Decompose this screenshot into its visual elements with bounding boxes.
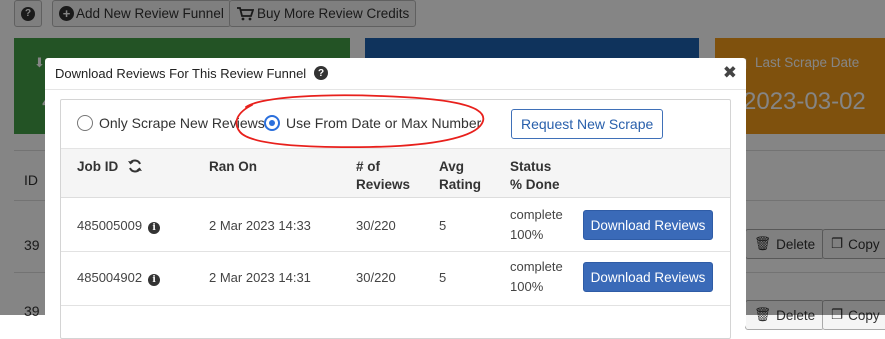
reviews-cell: 30/220: [356, 218, 396, 233]
job-id: 485005009: [77, 218, 143, 233]
table-row: 485005009 i 2 Mar 2023 14:33 30/220 5 com…: [61, 198, 730, 252]
ran-on-cell: 2 Mar 2023 14:31: [209, 270, 311, 285]
only-new-label: Only Scrape New Reviews: [99, 115, 265, 131]
scrape-options: Only Scrape New Reviews Use From Date or…: [61, 100, 730, 148]
download-reviews-modal: Download Reviews For This Review Funnel …: [45, 58, 746, 339]
status-text: complete: [510, 259, 563, 274]
status-header-line1: Status: [510, 159, 552, 174]
download-reviews-button[interactable]: Download Reviews: [583, 210, 713, 240]
table-row: 485004902 i 2 Mar 2023 14:31 30/220 5 com…: [61, 252, 730, 306]
reviews-header: # of Reviews: [356, 158, 410, 194]
request-new-scrape-button[interactable]: Request New Scrape: [511, 109, 664, 139]
ran-on-cell: 2 Mar 2023 14:33: [209, 218, 311, 233]
reviews-header-line1: # of: [356, 159, 381, 174]
status-cell: complete 100%: [510, 257, 563, 297]
status-text: complete: [510, 207, 563, 222]
radio-checked-icon[interactable]: [264, 115, 280, 131]
ran-on-header: Ran On: [209, 159, 258, 174]
from-date-radio[interactable]: Use From Date or Max Number: [264, 115, 481, 131]
percent-done: 100%: [510, 279, 544, 294]
job-id-cell: 485004902 i: [77, 268, 161, 288]
status-cell: complete 100%: [510, 205, 563, 245]
modal-header: Download Reviews For This Review Funnel …: [45, 58, 746, 90]
status-header-line2: % Done: [510, 177, 560, 192]
rating-cell: 5: [439, 270, 447, 285]
info-icon[interactable]: i: [148, 274, 161, 286]
reviews-header-line2: Reviews: [356, 177, 411, 192]
job-id-header: Job ID: [77, 158, 143, 176]
radio-unchecked-icon[interactable]: [77, 115, 93, 131]
rating-header: Avg Rating: [439, 158, 481, 194]
download-reviews-button[interactable]: Download Reviews: [583, 262, 713, 292]
refresh-icon[interactable]: [127, 159, 143, 173]
job-id: 485004902: [77, 270, 143, 285]
percent-done: 100%: [510, 227, 544, 242]
only-new-radio[interactable]: Only Scrape New Reviews: [77, 115, 265, 131]
rating-header-line2: Rating: [439, 177, 481, 192]
modal-title: Download Reviews For This Review Funnel: [55, 66, 307, 81]
from-date-label: Use From Date or Max Number: [286, 115, 482, 131]
jobs-table-header: Job ID Ran On # of Reviews Avg Rating St…: [61, 148, 730, 198]
info-icon[interactable]: i: [148, 222, 161, 234]
rating-header-line1: Avg: [439, 159, 465, 174]
reviews-cell: 30/220: [356, 270, 396, 285]
status-header: Status % Done: [510, 158, 560, 194]
scrape-panel: Only Scrape New Reviews Use From Date or…: [60, 99, 731, 339]
job-id-header-label: Job ID: [77, 159, 119, 174]
help-icon[interactable]: ?: [314, 66, 328, 80]
rating-cell: 5: [439, 218, 447, 233]
job-id-cell: 485005009 i: [77, 216, 161, 236]
close-icon[interactable]: ✖: [723, 63, 737, 83]
